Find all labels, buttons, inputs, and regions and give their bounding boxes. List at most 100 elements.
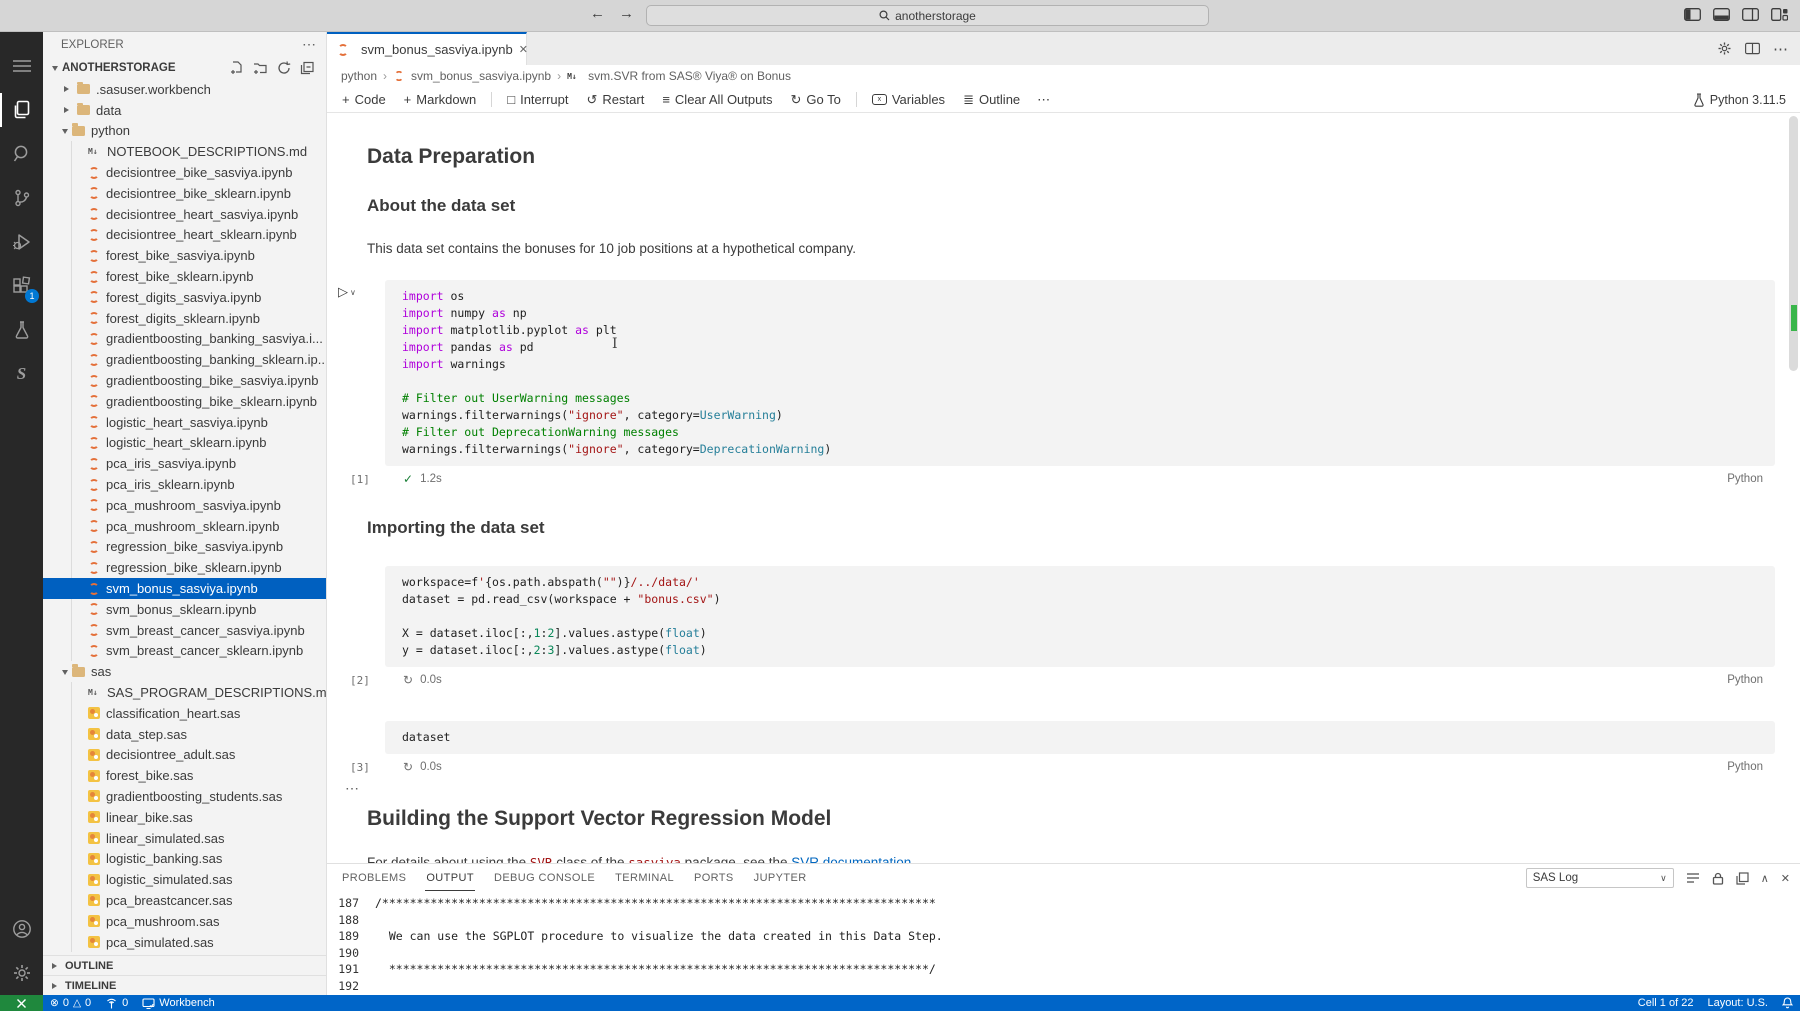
add-code-cell-button[interactable]: +Code	[335, 90, 393, 109]
tree-item-svm_breast_cancer_sklearn.ipynb[interactable]: svm_breast_cancer_sklearn.ipynb	[43, 641, 326, 662]
tree-item-svm_bonus_sasviya.ipynb[interactable]: svm_bonus_sasviya.ipynb	[43, 578, 326, 599]
tree-item-classification_heart.sas[interactable]: classification_heart.sas	[43, 703, 326, 724]
tree-item-logistic_simulated.sas[interactable]: logistic_simulated.sas	[43, 869, 326, 890]
tree-item-gradientboosting_bike_sklearn.ipynb[interactable]: gradientboosting_bike_sklearn.ipynb	[43, 391, 326, 412]
tree-item-gradientboosting_banking_sasviya.i...[interactable]: gradientboosting_banking_sasviya.i...	[43, 329, 326, 350]
run-debug-icon[interactable]	[0, 220, 43, 264]
svr-documentation-link[interactable]: SVR documentation.	[791, 855, 915, 863]
variables-button[interactable]: xVariables	[865, 90, 952, 109]
tab-ports[interactable]: PORTS	[693, 866, 735, 890]
tree-item-regression_bike_sklearn.ipynb[interactable]: regression_bike_sklearn.ipynb	[43, 557, 326, 578]
code-cell-3[interactable]: dataset [3] ↻ 0.0s Python	[385, 721, 1775, 776]
breadcrumb-folder[interactable]: python	[341, 69, 377, 83]
ports-status[interactable]: 0	[98, 995, 135, 1011]
kernel-picker[interactable]: Python 3.11.5	[1693, 93, 1786, 107]
tree-item-logistic_banking.sas[interactable]: logistic_banking.sas	[43, 848, 326, 869]
tree-item-pca_breastcancer.sas[interactable]: pca_breastcancer.sas	[43, 890, 326, 911]
maximize-panel-icon[interactable]: ∧	[1761, 872, 1769, 885]
tree-item-forest_bike_sklearn.ipynb[interactable]: forest_bike_sklearn.ipynb	[43, 266, 326, 287]
tree-item-logistic_heart_sklearn.ipynb[interactable]: logistic_heart_sklearn.ipynb	[43, 433, 326, 454]
outline-button[interactable]: ≣Outline	[956, 90, 1027, 110]
add-markdown-cell-button[interactable]: +Markdown	[397, 90, 484, 109]
explorer-more-icon[interactable]: ⋯	[302, 36, 316, 53]
tree-item-NOTEBOOK_DESCRIPTIONS.md[interactable]: M↓NOTEBOOK_DESCRIPTIONS.md	[43, 141, 326, 162]
tree-item-gradientboosting_bike_sasviya.ipynb[interactable]: gradientboosting_bike_sasviya.ipynb	[43, 370, 326, 391]
workbench-status[interactable]: Workbench	[135, 995, 221, 1011]
gear-icon[interactable]	[1717, 41, 1732, 56]
tree-item-svm_bonus_sklearn.ipynb[interactable]: svm_bonus_sklearn.ipynb	[43, 599, 326, 620]
breadcrumb-file[interactable]: svm_bonus_sasviya.ipynb	[411, 69, 551, 83]
cell-1-code[interactable]: import osimport numpy as npimport matplo…	[385, 280, 1775, 466]
tab-output[interactable]: OUTPUT	[425, 866, 475, 891]
search-sidebar-icon[interactable]	[0, 132, 43, 176]
tree-item-logistic_heart_sasviya.ipynb[interactable]: logistic_heart_sasviya.ipynb	[43, 412, 326, 433]
tree-item-.sasuser.workbench[interactable]: .sasuser.workbench	[43, 79, 326, 100]
tab-terminal[interactable]: TERMINAL	[614, 866, 675, 890]
tree-item-forest_digits_sklearn.ipynb[interactable]: forest_digits_sklearn.ipynb	[43, 308, 326, 329]
account-icon[interactable]	[0, 907, 43, 951]
extensions-icon[interactable]: 1	[0, 264, 43, 308]
nav-forward-icon[interactable]: →	[619, 5, 634, 22]
cell-indicator[interactable]: Cell 1 of 22	[1631, 995, 1701, 1011]
tree-item-linear_simulated.sas[interactable]: linear_simulated.sas	[43, 828, 326, 849]
tree-item-decisiontree_heart_sasviya.ipynb[interactable]: decisiontree_heart_sasviya.ipynb	[43, 204, 326, 225]
tree-item-decisiontree_adult.sas[interactable]: decisiontree_adult.sas	[43, 745, 326, 766]
code-cell-2[interactable]: workspace=f'{os.path.abspath("")}/../dat…	[385, 566, 1775, 689]
tree-item-forest_digits_sasviya.ipynb[interactable]: forest_digits_sasviya.ipynb	[43, 287, 326, 308]
new-folder-icon[interactable]	[253, 61, 268, 75]
collapsed-cells-indicator[interactable]: ⋯	[345, 780, 1775, 797]
tree-item-svm_breast_cancer_sasviya.ipynb[interactable]: svm_breast_cancer_sasviya.ipynb	[43, 620, 326, 641]
new-file-icon[interactable]	[230, 61, 244, 75]
goto-button[interactable]: ↻Go To	[783, 90, 847, 110]
tree-item-data_step.sas[interactable]: data_step.sas	[43, 724, 326, 745]
tree-item-forest_bike.sas[interactable]: forest_bike.sas	[43, 765, 326, 786]
tab-debug-console[interactable]: DEBUG CONSOLE	[493, 866, 596, 890]
tree-item-gradientboosting_banking_sklearn.ip...[interactable]: gradientboosting_banking_sklearn.ip...	[43, 349, 326, 370]
restart-button[interactable]: ↺Restart	[580, 90, 652, 110]
tree-item-sas[interactable]: sas	[43, 661, 326, 682]
sas-extension-icon[interactable]: S	[0, 352, 43, 396]
notebook-editor[interactable]: Data Preparation About the data set This…	[327, 113, 1800, 863]
tree-item-pca_mushroom_sklearn.ipynb[interactable]: pca_mushroom_sklearn.ipynb	[43, 516, 326, 537]
toolbar-more-icon[interactable]: ⋯	[1031, 92, 1056, 108]
clear-all-outputs-button[interactable]: ≡Clear All Outputs	[655, 90, 779, 109]
toggle-secondary-sidebar-icon[interactable]	[1742, 8, 1759, 21]
menu-icon[interactable]	[0, 44, 43, 88]
tab-jupyter[interactable]: JUPYTER	[753, 866, 808, 890]
outline-section[interactable]: OUTLINE	[43, 955, 326, 975]
close-panel-icon[interactable]: ✕	[1781, 872, 1790, 885]
search-command-center[interactable]: anotherstorage	[646, 5, 1209, 26]
tree-item-decisiontree_bike_sasviya.ipynb[interactable]: decisiontree_bike_sasviya.ipynb	[43, 162, 326, 183]
tree-item-regression_bike_sasviya.ipynb[interactable]: regression_bike_sasviya.ipynb	[43, 537, 326, 558]
customize-layout-icon[interactable]	[1771, 8, 1788, 21]
explorer-icon[interactable]	[0, 88, 43, 132]
tab-close-icon[interactable]: ✕	[519, 43, 528, 56]
settings-gear-icon[interactable]	[0, 951, 43, 995]
tree-item-pca_iris_sklearn.ipynb[interactable]: pca_iris_sklearn.ipynb	[43, 474, 326, 495]
source-control-icon[interactable]	[0, 176, 43, 220]
open-in-editor-icon[interactable]	[1736, 872, 1749, 885]
lock-icon[interactable]	[1712, 872, 1724, 885]
notebook-scrollbar[interactable]	[1789, 116, 1798, 371]
tree-item-decisiontree_bike_sklearn.ipynb[interactable]: decisiontree_bike_sklearn.ipynb	[43, 183, 326, 204]
output-channel-select[interactable]: SAS Log ∨	[1526, 868, 1674, 888]
tree-item-linear_bike.sas[interactable]: linear_bike.sas	[43, 807, 326, 828]
run-cell-button[interactable]: ▷∨	[338, 284, 356, 300]
interrupt-button[interactable]: □Interrupt	[500, 90, 575, 109]
split-editor-icon[interactable]	[1745, 42, 1760, 55]
output-log[interactable]: 187/************************************…	[327, 892, 1800, 995]
tree-item-python[interactable]: python	[43, 121, 326, 142]
remote-indicator[interactable]	[0, 995, 43, 1011]
layout-indicator[interactable]: Layout: U.S.	[1700, 995, 1775, 1011]
timeline-section[interactable]: TIMELINE	[43, 975, 326, 995]
nav-back-icon[interactable]: ←	[590, 5, 605, 22]
tree-item-decisiontree_heart_sklearn.ipynb[interactable]: decisiontree_heart_sklearn.ipynb	[43, 225, 326, 246]
tree-item-gradientboosting_students.sas[interactable]: gradientboosting_students.sas	[43, 786, 326, 807]
tree-item-forest_bike_sasviya.ipynb[interactable]: forest_bike_sasviya.ipynb	[43, 245, 326, 266]
tree-item-pca_iris_sasviya.ipynb[interactable]: pca_iris_sasviya.ipynb	[43, 453, 326, 474]
collapse-all-icon[interactable]	[300, 61, 314, 75]
tree-item-pca_simulated.sas[interactable]: pca_simulated.sas	[43, 932, 326, 953]
tab-svm-bonus-sasviya[interactable]: svm_bonus_sasviya.ipynb ✕	[327, 32, 527, 65]
toggle-primary-sidebar-icon[interactable]	[1684, 8, 1701, 21]
tree-item-data[interactable]: data	[43, 100, 326, 121]
